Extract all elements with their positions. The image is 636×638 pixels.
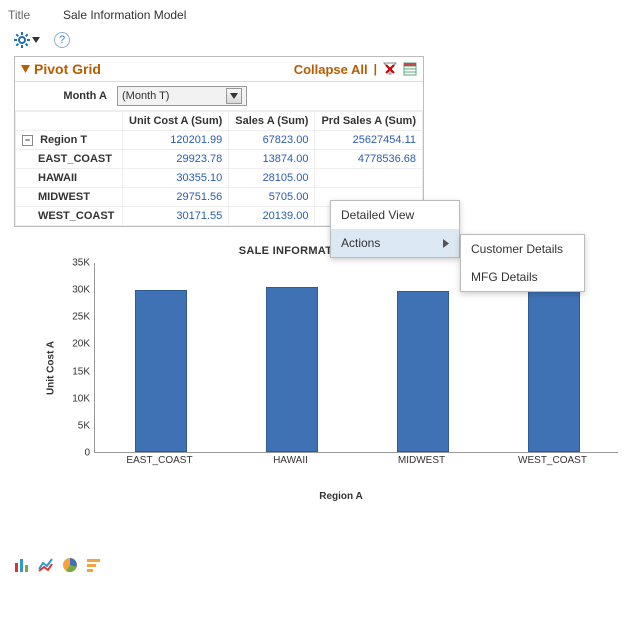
x-tick: WEST_COAST bbox=[518, 455, 587, 466]
bar[interactable] bbox=[528, 288, 580, 452]
x-tick: HAWAII bbox=[273, 455, 308, 466]
title-value: Sale Information Model bbox=[63, 8, 186, 22]
total-row: − Region T 120201.99 67823.00 25627454.1… bbox=[16, 131, 423, 150]
table-row: HAWAII 30355.10 28105.00 bbox=[16, 169, 423, 188]
y-tick: 20K bbox=[72, 339, 90, 350]
x-axis: EAST_COAST HAWAII MIDWEST WEST_COAST bbox=[94, 453, 618, 473]
chevron-down-icon bbox=[32, 37, 40, 43]
collapse-toggle[interactable]: − bbox=[22, 135, 33, 146]
line-chart-icon[interactable] bbox=[38, 557, 54, 573]
chart-type-toolbar bbox=[14, 557, 628, 573]
grid-title: Pivot Grid bbox=[34, 61, 101, 77]
title-row: Title Sale Information Model bbox=[8, 8, 628, 22]
y-tick: 15K bbox=[72, 366, 90, 377]
bar[interactable] bbox=[266, 287, 318, 452]
filter-select-value: (Month T) bbox=[122, 90, 169, 102]
y-tick: 30K bbox=[72, 285, 90, 296]
x-tick: EAST_COAST bbox=[126, 455, 192, 466]
cell[interactable]: 13874.00 bbox=[229, 150, 315, 169]
select-chevron-icon bbox=[226, 88, 242, 104]
menu-item-actions[interactable]: Actions bbox=[331, 229, 459, 257]
cell[interactable] bbox=[315, 169, 423, 188]
y-tick: 10K bbox=[72, 393, 90, 404]
cell[interactable]: 25627454.11 bbox=[315, 131, 423, 150]
clear-filter-icon[interactable] bbox=[383, 62, 397, 76]
col-header[interactable]: Sales A (Sum) bbox=[229, 112, 315, 131]
menu-item-customer-details[interactable]: Customer Details bbox=[461, 235, 584, 263]
header-row: Unit Cost A (Sum) Sales A (Sum) Prd Sale… bbox=[16, 112, 423, 131]
cell[interactable]: 30355.10 bbox=[123, 169, 229, 188]
y-tick: 25K bbox=[72, 312, 90, 323]
cell[interactable]: 67823.00 bbox=[229, 131, 315, 150]
bar-chart-icon[interactable] bbox=[14, 557, 30, 573]
y-axis-label: Unit Cost A bbox=[46, 341, 57, 395]
x-tick: MIDWEST bbox=[398, 455, 445, 466]
row-label: HAWAII bbox=[16, 169, 123, 188]
pie-chart-icon[interactable] bbox=[62, 557, 78, 573]
y-tick: 5K bbox=[78, 420, 90, 431]
filter-select[interactable]: (Month T) bbox=[117, 86, 247, 106]
y-tick: 35K bbox=[72, 258, 90, 269]
grid-header: Pivot Grid Collapse All | bbox=[15, 57, 423, 82]
filter-label: Month A bbox=[21, 90, 111, 102]
row-label: EAST_COAST bbox=[16, 150, 123, 169]
grid-view-icon[interactable] bbox=[403, 62, 417, 76]
row-label: Region T bbox=[40, 134, 87, 146]
chevron-right-icon bbox=[443, 239, 449, 248]
menu-item-detailed-view[interactable]: Detailed View bbox=[331, 201, 459, 229]
cell[interactable]: 120201.99 bbox=[123, 131, 229, 150]
row-label: WEST_COAST bbox=[16, 207, 123, 226]
context-menu: Detailed View Actions bbox=[330, 200, 460, 258]
cell[interactable]: 29751.56 bbox=[123, 188, 229, 207]
cell[interactable]: 28105.00 bbox=[229, 169, 315, 188]
menu-item-mfg-details[interactable]: MFG Details bbox=[461, 263, 584, 291]
col-header[interactable]: Unit Cost A (Sum) bbox=[123, 112, 229, 131]
x-axis-label: Region A bbox=[64, 491, 618, 502]
y-axis: 05K10K15K20K25K30K35K bbox=[64, 263, 94, 453]
gear-icon bbox=[14, 32, 30, 48]
table-row: EAST_COAST 29923.78 13874.00 4778536.68 bbox=[16, 150, 423, 169]
context-submenu: Customer Details MFG Details bbox=[460, 234, 585, 292]
cell[interactable]: 29923.78 bbox=[123, 150, 229, 169]
cell[interactable]: 5705.00 bbox=[229, 188, 315, 207]
settings-menu-button[interactable] bbox=[14, 32, 40, 48]
collapse-all-link[interactable]: Collapse All bbox=[294, 62, 368, 77]
cell[interactable]: 4778536.68 bbox=[315, 150, 423, 169]
collapse-triangle-icon[interactable] bbox=[21, 65, 30, 74]
title-label: Title bbox=[8, 8, 63, 22]
toolbar: ? bbox=[14, 32, 628, 48]
help-button[interactable]: ? bbox=[54, 32, 70, 48]
y-tick: 0 bbox=[84, 448, 90, 459]
col-header[interactable]: Prd Sales A (Sum) bbox=[315, 112, 423, 131]
bar[interactable] bbox=[135, 290, 187, 452]
hbar-chart-icon[interactable] bbox=[86, 557, 102, 573]
row-label: MIDWEST bbox=[16, 188, 123, 207]
filter-row: Month A (Month T) bbox=[15, 82, 423, 111]
cell[interactable]: 30171.55 bbox=[123, 207, 229, 226]
cell[interactable]: 20139.00 bbox=[229, 207, 315, 226]
bar[interactable] bbox=[397, 291, 449, 453]
